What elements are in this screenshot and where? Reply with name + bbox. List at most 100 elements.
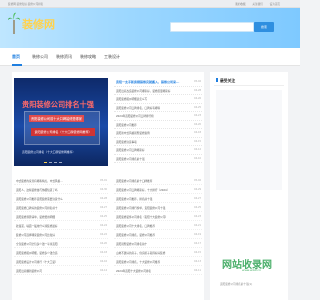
list-item[interactable]: 中式装修的家具有哪些特点，中式风格... 05-01 — [14, 176, 108, 185]
list-item-title[interactable]: 贵阳别墅装修公司排名前十 — [116, 242, 190, 246]
list-item[interactable]: 贵阳装修公司排名，十大装修公司推荐 04-13 — [114, 257, 202, 266]
list-item-title[interactable]: 贵阳装修公司排行榜单，贵阳装修公司十强 — [116, 206, 190, 210]
list-item[interactable]: 贵阳旧房改造装修公司哪家好，装修质量哪家好 04-28 — [114, 87, 202, 95]
top-bar-links: 我的收藏 关注我们 设为首页 — [229, 2, 280, 6]
list-item[interactable]: 贵阳装修装饰公司排名（贵阳十大装修公司） 04-23 — [114, 212, 202, 221]
list-item-title[interactable]: 贵阳装修公司排名前十强 — [116, 157, 188, 161]
list-item-title[interactable]: 装修公司选择哪家装修公司比较好 — [16, 233, 90, 237]
list-item[interactable]: 贵阳装修公司口碑哪家好，十大排行（2024） 04-29 — [114, 185, 202, 194]
list-item[interactable]: 贵阳装修公司排名前十强 04-10 — [114, 155, 202, 163]
banner-dot[interactable] — [44, 161, 47, 163]
list-item[interactable]: 贵阳一支手新房刚装修完就搬入，装修公司来... 05-02 — [114, 78, 202, 87]
search-box[interactable] — [170, 22, 254, 32]
list-item-date: 04-26 — [194, 97, 201, 100]
list-item[interactable]: 贵阳旧房翻新装修公司 04-14 — [14, 266, 108, 275]
list-item-title[interactable]: 贵阳装修公司口碑哪家好 — [116, 148, 188, 152]
list-item-title[interactable]: 贵阳装修公司推荐贵阳装修需要注意什么 — [16, 197, 90, 201]
list-item-title[interactable]: 贵阳旧房翻新装修公司 — [16, 269, 90, 273]
nav-item-companies[interactable]: 装修公司 — [32, 54, 48, 60]
top-bar: 装修网·装修知识·装修公司排名 我的收藏 关注我们 设为首页 — [0, 0, 300, 8]
list-item-title[interactable]: 贵阳人，这些装修技巧你都知道了吗 — [16, 188, 90, 192]
top-link-homepage[interactable]: 设为首页 — [270, 3, 280, 6]
list-item-title[interactable]: 贵阳旧房改造装修公司哪家好，装修质量哪家好 — [116, 89, 188, 93]
list-item[interactable]: 贵阳装修注意事项 04-15 — [114, 138, 202, 146]
list-item-title[interactable]: 硅藻泥，墙面一般用什么漆装修最好 — [16, 224, 90, 228]
list-item[interactable]: 贵阳装修公司排行榜单，贵阳装修公司十强 04-25 — [114, 203, 202, 212]
list-item[interactable]: 2024年贵阳装修公司口碑排行榜 04-23 — [114, 112, 202, 121]
nav-item-design[interactable]: 工装设计 — [104, 54, 120, 60]
list-item[interactable]: 贵阳别墅装修公司排名前十 04-17 — [114, 239, 202, 248]
search-button[interactable]: 搜索 — [254, 22, 274, 32]
list-item[interactable]: 贵阳人，这些装修技巧你都知道了吗 04-30 — [14, 185, 108, 194]
list-item-date: 05-01 — [100, 178, 107, 182]
list-item[interactable]: 全包装修公司全包多少钱一平米贵阳 04-20 — [14, 239, 108, 248]
list-item[interactable]: 贵阳装修设计公司排行（十大工装） 04-16 — [14, 257, 108, 266]
list-item[interactable]: 贵阳装修公司口碑哪家好 04-12 — [114, 146, 202, 155]
list-item-title[interactable]: 贵阳装修报价明细表怎么写 — [116, 97, 188, 101]
list-item-title[interactable]: 贵阳装修公司排名，装修公司推荐 — [116, 233, 190, 237]
list-item-title[interactable]: 2024年贵阳十大装修公司排名 — [116, 269, 190, 273]
site-logo[interactable]: 装修网 — [22, 16, 55, 32]
list-item-title[interactable]: 贵阳装修预算清单，装修费用明细 — [16, 215, 90, 219]
banner-dot[interactable] — [54, 161, 57, 163]
list-item-title[interactable]: 贵阳装修公司口碑哪家好，十大排行（2024） — [116, 188, 190, 192]
nav-item-home[interactable]: 首页 — [12, 54, 20, 60]
search-input[interactable] — [171, 23, 253, 31]
list-item[interactable]: 贵阳装修公司推荐贵阳装修需要注意什么 04-28 — [14, 194, 108, 203]
list-item-title[interactable]: 贵阳装修注意事项 — [116, 140, 188, 144]
list-item-title[interactable]: 贵阳一支手新房刚装修完就搬入，装修公司来... — [116, 80, 188, 84]
list-item-title[interactable]: 贵阳装修设计公司排行（十大工装） — [16, 260, 90, 264]
list-item[interactable]: 贵阳装修口碑好的装修公司排名前十 04-27 — [14, 203, 108, 212]
list-item-title[interactable]: 2024年贵阳装修公司口碑排行榜 — [116, 114, 188, 118]
list-item[interactable]: 2024年贵阳十大装修公司排名 04-11 — [114, 266, 202, 275]
list-item-title[interactable]: 贵阳装修报价明细，装修多少钱合适 — [16, 251, 90, 255]
nav-item-guides[interactable]: 装修攻略 — [80, 54, 96, 60]
list-item-date: 04-27 — [100, 205, 107, 209]
banner-card-button[interactable]: 贵阳装修公司排名（十大口碑装修网推荐） — [31, 128, 95, 136]
list-item-date: 04-23 — [194, 214, 201, 218]
main-nav: 首页 装修公司 装修资讯 装修攻略 工装设计 — [0, 48, 300, 66]
list-item-date: 04-20 — [194, 122, 201, 126]
top-link-favorite[interactable]: 我的收藏 — [235, 3, 245, 6]
list-item-date: 04-23 — [194, 114, 201, 117]
list-item-title[interactable]: 贵阳装修公司推荐，排名前十强 — [116, 197, 190, 201]
list-item[interactable]: 贵阳装修公司口碑排名，口碑好有哪些 04-25 — [114, 104, 202, 112]
list-item-title[interactable]: 贵阳装修装饰公司排名（贵阳十大装修公司） — [116, 215, 190, 219]
list-item[interactable]: 贵阳装修公司十大排名，口碑推荐 04-21 — [114, 221, 202, 230]
list-item-title[interactable]: 贵阳装修口碑好的装修公司排名前十 — [16, 206, 90, 210]
list-item[interactable]: 贵阳装修报价明细表怎么写 04-26 — [114, 95, 202, 104]
list-item[interactable]: 贵阳装修公司推荐，排名前十强 04-27 — [114, 194, 202, 203]
list-item[interactable]: 贵阳装修公司推荐 04-20 — [114, 121, 202, 129]
top-link-follow[interactable]: 关注我们 — [252, 3, 262, 6]
list-item[interactable]: 贵阳装修公司排名，装修公司推荐 04-19 — [114, 230, 202, 239]
list-item[interactable]: 硅藻泥，墙面一般用什么漆装修最好 04-24 — [14, 221, 108, 230]
banner-slideshow[interactable]: 贵阳装修公司排名十强 贵阳装修公司前十大口碑装修是哪家 贵阳装修公司排名（十大口… — [14, 78, 108, 166]
banner-dot[interactable] — [59, 161, 62, 163]
list-item-title[interactable]: 贵阳装修公司推荐 — [116, 123, 188, 127]
list-item-title[interactable]: 山地不建好的房子，住房屋子就得好好装修 — [116, 251, 190, 255]
list-item-title[interactable]: 全包装修公司全包多少钱一平米贵阳 — [16, 242, 90, 246]
list-item[interactable]: 贵阳新中式风格别墅装修案例 04-18 — [114, 129, 202, 138]
list-item-title[interactable]: 贵阳新中式风格别墅装修案例 — [116, 131, 188, 135]
list-item-date: 04-28 — [194, 88, 201, 92]
list-item-date: 04-24 — [100, 223, 107, 227]
list-item-title[interactable]: 中式装修的家具有哪些特点，中式风格... — [16, 179, 90, 183]
banner-caption[interactable]: 贵阳装修公司排名（十大口碑装修网推荐） — [22, 150, 75, 154]
list-item[interactable]: 贵阳装修报价明细，装修多少钱合适 04-18 — [14, 248, 108, 257]
list-item-date: 04-15 — [194, 139, 201, 143]
list-item[interactable]: 贵阳装修公司排名前十口碑推荐 05-02 — [114, 176, 202, 185]
palm-tree-icon — [8, 12, 20, 34]
list-item[interactable]: 装修公司选择哪家装修公司比较好 04-22 — [14, 230, 108, 239]
list-item[interactable]: 山地不建好的房子，住房屋子就得好好装修 04-15 — [114, 248, 202, 257]
list-item-title[interactable]: 贵阳装修公司排名前十口碑推荐 — [116, 179, 190, 183]
list-item-title[interactable]: 贵阳装修公司排名，十大装修公司推荐 — [116, 260, 190, 264]
list-item-title[interactable]: 贵阳装修公司十大排名，口碑推荐 — [116, 224, 190, 228]
list-item-date: 05-02 — [194, 178, 201, 182]
list-item-title[interactable]: 贵阳装修公司口碑排名，口碑好有哪些 — [116, 106, 188, 110]
list-item-date: 04-17 — [194, 241, 201, 245]
banner-dot[interactable] — [49, 161, 52, 163]
list-item[interactable]: 贵阳装修预算清单，装修费用明细 04-25 — [14, 212, 108, 221]
sidebar-title: 最受关注 — [220, 78, 236, 83]
list-item-date: 04-27 — [194, 196, 201, 200]
nav-item-news[interactable]: 装修资讯 — [56, 54, 72, 60]
